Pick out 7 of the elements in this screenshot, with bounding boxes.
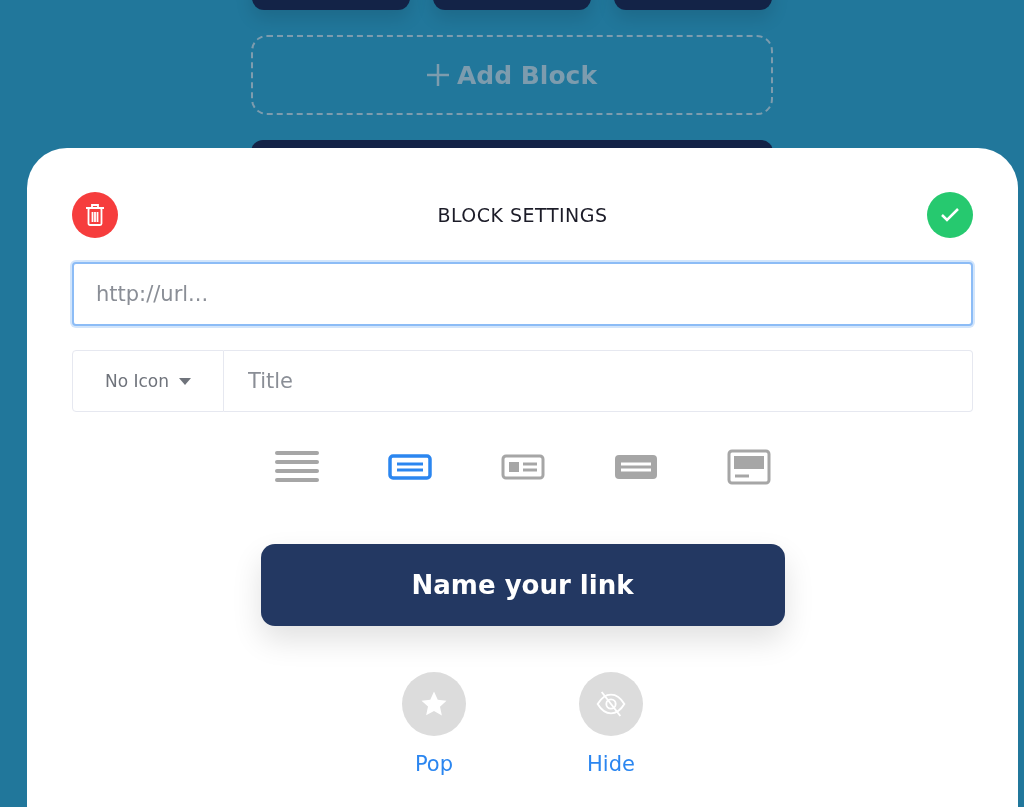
url-field[interactable]: http://url...: [72, 262, 973, 326]
icon-dropdown[interactable]: No Icon: [72, 350, 224, 412]
sheet-title: BLOCK SETTINGS: [437, 204, 608, 226]
toggle-label: Hide: [587, 752, 635, 776]
link-preview-button[interactable]: Name your link: [260, 544, 785, 626]
toggle-label: Pop: [414, 752, 454, 776]
title-field[interactable]: Title: [224, 350, 973, 412]
